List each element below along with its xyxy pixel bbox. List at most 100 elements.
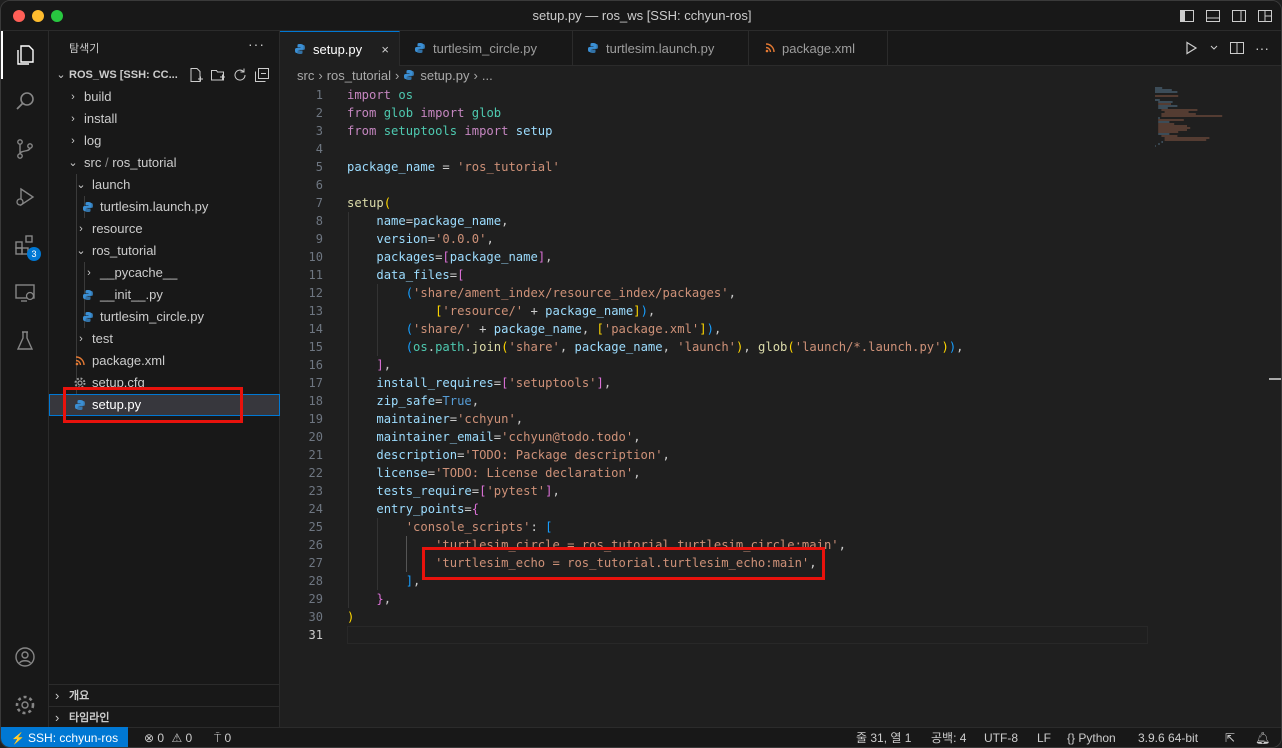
scrollbar-position-marker[interactable]: [1269, 378, 1281, 380]
feedback-icon[interactable]: ⇱: [1225, 728, 1235, 747]
breadcrumb-symbol[interactable]: ...: [482, 68, 493, 83]
code-line: entry_points={: [376, 502, 480, 516]
chevron-right-icon: ›: [87, 267, 91, 279]
tab-label: setup.py: [313, 42, 363, 57]
line-number: 6: [315, 178, 323, 192]
manage-gear-icon[interactable]: [1, 681, 49, 729]
path-separator: /: [101, 155, 113, 170]
toggle-secondary-sidebar-icon[interactable]: [1231, 8, 1247, 24]
encoding[interactable]: UTF-8: [984, 728, 1018, 747]
line-number: 4: [315, 142, 323, 156]
breadcrumb-src[interactable]: src: [297, 68, 314, 83]
code-line: version='0.0.0',: [376, 232, 494, 246]
ports-indicator[interactable]: ⍑ 0: [214, 728, 231, 747]
remote-explorer-icon[interactable]: [1, 269, 49, 317]
code-line: from glob import glob: [347, 106, 502, 120]
python-file-icon: [404, 70, 415, 80]
end-of-line[interactable]: LF: [1037, 728, 1051, 747]
toggle-panel-icon[interactable]: [1205, 8, 1221, 24]
line-number: 5: [315, 160, 323, 174]
collapse-all-icon[interactable]: [254, 67, 270, 83]
explorer-more-actions[interactable]: ···: [248, 36, 265, 52]
python-interpreter[interactable]: 3.9.6 64-bit: [1138, 728, 1198, 747]
breadcrumb-setup-py[interactable]: setup.py: [420, 68, 469, 83]
code-line: license='TODO: License declaration',: [376, 466, 641, 480]
tree-folder-pycache[interactable]: › __pycache__: [49, 262, 280, 284]
tree-folder-log[interactable]: › log: [49, 130, 280, 152]
tree-file-init[interactable]: __init__.py: [49, 284, 280, 306]
code-line: ): [347, 610, 355, 624]
source-control-icon[interactable]: [1, 125, 49, 173]
cursor-position[interactable]: 줄 31, 열 1: [856, 728, 911, 747]
chevron-right-icon: ›: [395, 68, 400, 83]
code-line: data_files=[: [376, 268, 465, 282]
line-number: 26: [308, 538, 323, 552]
title-bar: setup.py — ros_ws [SSH: cchyun-ros]: [1, 1, 1281, 31]
language-label: Python: [1078, 731, 1116, 745]
language-mode[interactable]: {} Python: [1067, 728, 1116, 747]
tree-label: build: [84, 89, 112, 104]
tree-file-setup-py[interactable]: setup.py: [49, 394, 280, 416]
rss-file-icon: [75, 356, 85, 366]
customize-layout-icon[interactable]: [1257, 8, 1273, 24]
testing-icon[interactable]: [1, 317, 49, 365]
chevron-right-icon: ›: [55, 688, 60, 703]
more-actions-icon[interactable]: ···: [1255, 40, 1269, 56]
notifications-bell-icon[interactable]: 🔔︎: [1255, 728, 1270, 747]
tab-setup-py[interactable]: setup.py ×: [280, 31, 400, 66]
chevron-down-icon[interactable]: [1209, 40, 1219, 56]
timeline-section[interactable]: › 타임라인: [49, 706, 280, 728]
tree-folder-build[interactable]: › build: [49, 86, 280, 108]
rss-file-icon: [765, 43, 775, 53]
tree-folder-install[interactable]: › install: [49, 108, 280, 130]
tree-file-turtlesim-launch[interactable]: turtlesim.launch.py: [49, 196, 280, 218]
line-number: 3: [315, 124, 323, 138]
tree-folder-resource[interactable]: › resource: [49, 218, 280, 240]
code-line: maintainer='cchyun',: [376, 412, 524, 426]
tree-label: resource: [92, 221, 143, 236]
tree-folder-test[interactable]: › test: [49, 328, 280, 350]
editor-tabs: setup.py × turtlesim_circle.py turtlesim…: [280, 31, 1281, 66]
code-line: ['resource/' + package_name]),: [435, 304, 656, 318]
account-icon[interactable]: [1, 633, 49, 681]
search-icon[interactable]: [1, 77, 49, 125]
tree-file-setup-cfg[interactable]: setup.cfg: [49, 372, 280, 394]
code-line: ],: [376, 358, 392, 372]
line-number: 20: [308, 430, 323, 444]
new-file-icon[interactable]: [188, 67, 204, 83]
tree-folder-ros-tutorial[interactable]: ⌄ ros_tutorial: [49, 240, 280, 262]
code-editor[interactable]: import os from glob import glob from setup…: [347, 86, 1147, 644]
line-number: 17: [308, 376, 323, 390]
code-line: ('share/ament_index/resource_index/packa…: [405, 286, 736, 300]
line-number: 19: [308, 412, 323, 426]
tree-folder-launch[interactable]: ⌄ launch: [49, 174, 280, 196]
run-icon[interactable]: [1183, 40, 1199, 56]
tab-turtlesim-launch[interactable]: turtlesim.launch.py: [573, 31, 749, 66]
close-tab-button[interactable]: ×: [381, 32, 389, 67]
explorer-icon[interactable]: [1, 31, 49, 79]
extensions-icon[interactable]: 3: [1, 221, 49, 269]
refresh-icon[interactable]: [232, 67, 248, 83]
tree-folder-src[interactable]: ⌄ src / ros_tutorial: [49, 152, 280, 174]
indentation[interactable]: 공백: 4: [931, 728, 966, 747]
minimap[interactable]: [1151, 86, 1271, 166]
broadcast-icon: ⍑: [214, 731, 222, 745]
split-editor-icon[interactable]: [1229, 40, 1245, 56]
tree-label: launch: [92, 177, 131, 192]
outline-section[interactable]: › 개요: [49, 684, 280, 706]
breadcrumb-ros-tutorial[interactable]: ros_tutorial: [327, 68, 391, 83]
workspace-root[interactable]: ⌄ ROS_WS [SSH: CC...: [49, 64, 280, 86]
code-line: 'turtlesim_echo = ros_tutorial.turtlesim…: [435, 556, 817, 570]
tab-turtlesim-circle[interactable]: turtlesim_circle.py: [400, 31, 573, 66]
tree-file-package-xml[interactable]: package.xml: [49, 350, 280, 372]
tab-package-xml[interactable]: package.xml: [749, 31, 888, 66]
chevron-down-icon: ⌄: [76, 179, 86, 191]
run-debug-icon[interactable]: [1, 173, 49, 221]
remote-indicator[interactable]: ⚡ SSH: cchyun-ros: [1, 727, 129, 747]
toggle-primary-sidebar-icon[interactable]: [1179, 8, 1195, 24]
tree-file-turtlesim-circle[interactable]: turtlesim_circle.py: [49, 306, 280, 328]
new-folder-icon[interactable]: [210, 67, 226, 83]
tab-label: turtlesim.launch.py: [606, 41, 715, 56]
problems-indicator[interactable]: ⊗ 0 ⚠ 0: [144, 728, 192, 747]
